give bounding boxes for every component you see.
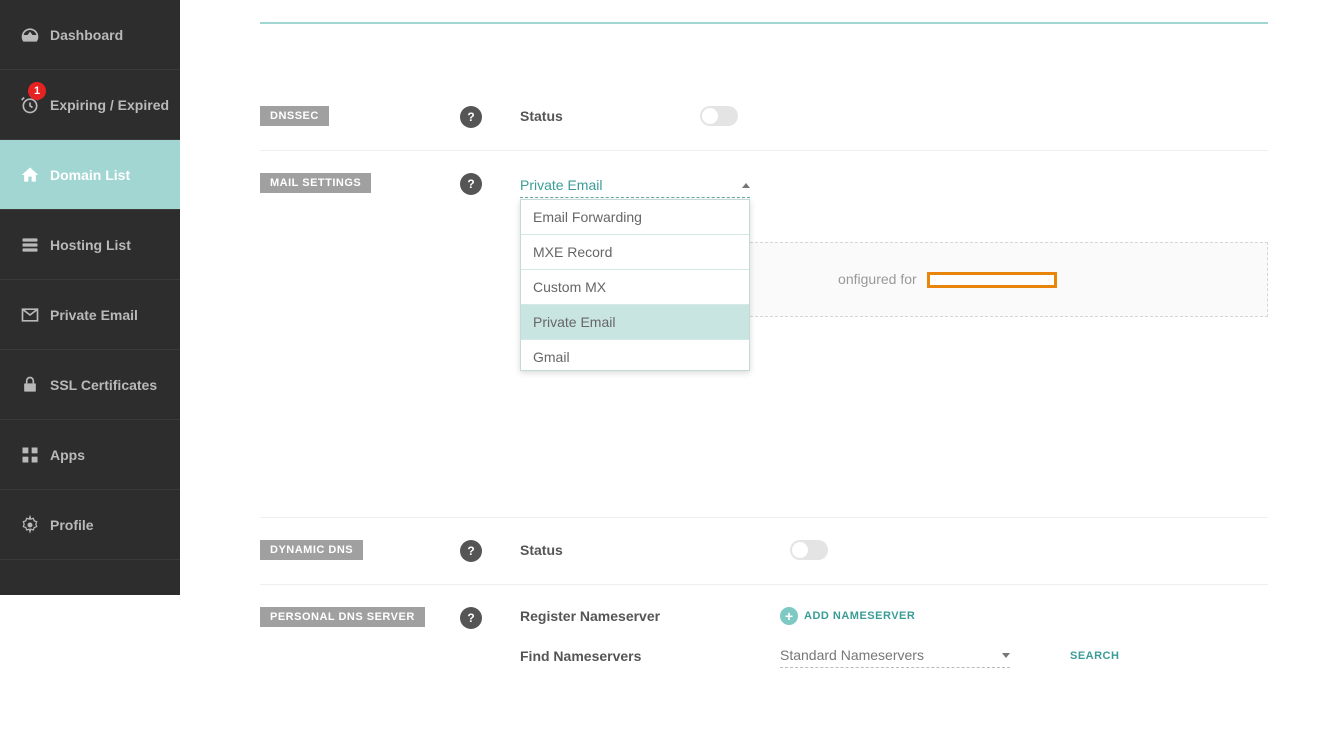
ddns-toggle[interactable] <box>790 540 828 560</box>
house-icon <box>16 165 44 185</box>
lock-icon <box>16 375 44 395</box>
sidebar-item-label: Apps <box>50 447 85 463</box>
mail-option-mxe-record[interactable]: MXE Record <box>521 235 749 270</box>
sidebar-item-label: Domain List <box>50 167 130 183</box>
mail-settings-menu: Email Forwarding MXE Record Custom MX Pr… <box>520 199 750 371</box>
chevron-down-icon <box>1002 653 1010 658</box>
nameservers-dropdown[interactable]: Standard Nameservers <box>780 643 1010 668</box>
sidebar-item-profile[interactable]: Profile <box>0 490 180 560</box>
mail-settings-section: MAIL SETTINGS ? Private Email Email Forw… <box>260 151 1268 518</box>
sidebar-item-expiring[interactable]: 1 Expiring / Expired <box>0 70 180 140</box>
mail-settings-selected: Private Email <box>520 177 602 193</box>
dnssec-toggle[interactable] <box>700 106 738 126</box>
server-icon <box>16 235 44 255</box>
help-icon[interactable]: ? <box>460 106 482 128</box>
sidebar-item-apps[interactable]: Apps <box>0 420 180 490</box>
mail-option-email-forwarding[interactable]: Email Forwarding <box>521 200 749 235</box>
mail-option-private-email[interactable]: Private Email <box>521 305 749 340</box>
nameservers-selected: Standard Nameservers <box>780 647 924 663</box>
mail-option-gmail[interactable]: Gmail <box>521 340 749 370</box>
expiring-badge: 1 <box>28 82 46 100</box>
plus-icon: + <box>780 607 798 625</box>
mail-settings-dropdown[interactable]: Private Email <box>520 173 750 198</box>
register-nameserver-label: Register Nameserver <box>520 608 780 624</box>
personal-dns-section: PERSONAL DNS SERVER ? Register Nameserve… <box>260 585 1268 708</box>
ddns-status-label: Status <box>520 540 790 558</box>
sidebar-item-ssl[interactable]: SSL Certificates <box>0 350 180 420</box>
sidebar-item-label: Dashboard <box>50 27 123 43</box>
sidebar-item-private-email[interactable]: Private Email <box>0 280 180 350</box>
add-nameserver-button[interactable]: ADD NAMESERVER <box>804 610 915 622</box>
dnssec-status-label: Status <box>520 106 700 124</box>
main-content: DNSSEC ? Status MAIL SETTINGS ? Private … <box>180 22 1328 748</box>
sidebar-item-label: Profile <box>50 517 94 533</box>
apps-icon <box>16 445 44 465</box>
mail-option-custom-mx[interactable]: Custom MX <box>521 270 749 305</box>
sidebar-item-domain-list[interactable]: Domain List <box>0 140 180 210</box>
envelope-icon <box>16 305 44 325</box>
dnssec-tag: DNSSEC <box>260 106 329 126</box>
dynamic-dns-section: DYNAMIC DNS ? Status <box>260 518 1268 585</box>
sidebar-item-hosting-list[interactable]: Hosting List <box>0 210 180 280</box>
gauge-icon <box>16 25 44 45</box>
sidebar: Dashboard 1 Expiring / Expired Domain Li… <box>0 0 180 595</box>
find-nameservers-label: Find Nameservers <box>520 648 780 664</box>
dynamic-dns-tag: DYNAMIC DNS <box>260 540 363 560</box>
chevron-up-icon <box>742 183 750 188</box>
sidebar-item-label: Expiring / Expired <box>50 97 169 113</box>
help-icon[interactable]: ? <box>460 173 482 195</box>
mail-info-text: onfigured for <box>838 271 917 287</box>
sidebar-item-label: Private Email <box>50 307 138 323</box>
sidebar-item-label: Hosting List <box>50 237 131 253</box>
sidebar-item-label: SSL Certificates <box>50 377 157 393</box>
sidebar-item-dashboard[interactable]: Dashboard <box>0 0 180 70</box>
divider-line <box>260 22 1268 24</box>
search-button[interactable]: SEARCH <box>1070 650 1119 662</box>
personal-dns-tag: PERSONAL DNS SERVER <box>260 607 425 627</box>
redacted-domain <box>927 272 1057 288</box>
dnssec-section: DNSSEC ? Status <box>260 84 1268 151</box>
help-icon[interactable]: ? <box>460 540 482 562</box>
help-icon[interactable]: ? <box>460 607 482 629</box>
gear-icon <box>16 515 44 535</box>
mail-settings-tag: MAIL SETTINGS <box>260 173 371 193</box>
